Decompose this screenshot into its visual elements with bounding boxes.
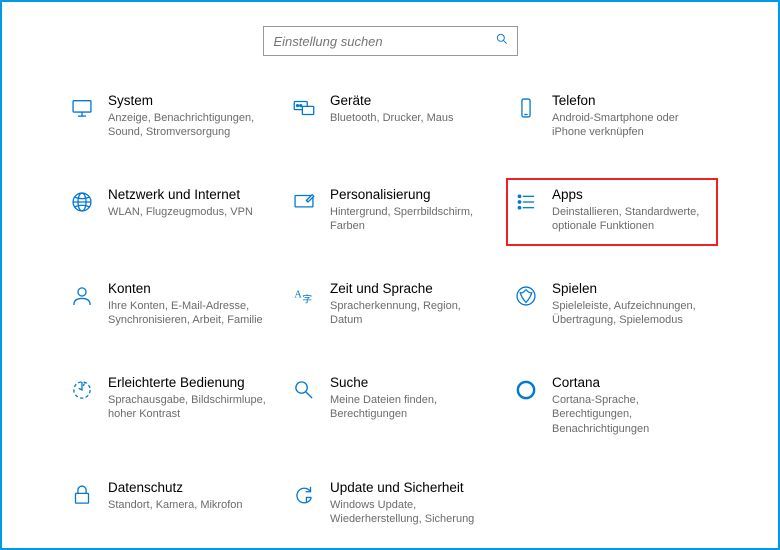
devices-icon — [290, 94, 318, 122]
tile-title: Netzwerk und Internet — [108, 186, 253, 204]
tile-update[interactable]: Update und Sicherheit Windows Update, Wi… — [284, 471, 496, 539]
system-icon — [68, 94, 96, 122]
tile-gaming[interactable]: Spielen Spieleleiste, Aufzeichnungen, Üb… — [506, 272, 718, 340]
cortana-icon — [512, 376, 540, 404]
update-icon — [290, 481, 318, 509]
privacy-icon — [68, 481, 96, 509]
tile-desc: Deinstallieren, Standardwerte, optionale… — [552, 205, 712, 235]
tile-title: Datenschutz — [108, 479, 243, 497]
tile-title: Geräte — [330, 92, 454, 110]
apps-icon — [512, 188, 540, 216]
accounts-icon — [68, 282, 96, 310]
tile-title: Konten — [108, 280, 268, 298]
svg-text:字: 字 — [302, 293, 312, 306]
gaming-icon — [512, 282, 540, 310]
tile-desc: Sprachausgabe, Bildschirmlupe, hoher Kon… — [108, 393, 268, 423]
search-box[interactable] — [263, 26, 518, 56]
tile-title: Erleichterte Bedienung — [108, 374, 268, 392]
tile-desc: Android-Smartphone oder iPhone verknüpfe… — [552, 111, 712, 141]
tile-desc: Cortana-Sprache, Berechtigungen, Benachr… — [552, 393, 712, 438]
tile-ease[interactable]: Erleichterte Bedienung Sprachausgabe, Bi… — [62, 366, 274, 445]
tile-desc: Bluetooth, Drucker, Maus — [330, 111, 454, 126]
tile-accounts[interactable]: Konten Ihre Konten, E-Mail-Adresse, Sync… — [62, 272, 274, 340]
search-container — [62, 26, 718, 56]
tile-title: Suche — [330, 374, 490, 392]
ease-of-access-icon — [68, 376, 96, 404]
tile-apps[interactable]: Apps Deinstallieren, Standardwerte, opti… — [506, 178, 718, 246]
svg-text:A: A — [294, 290, 302, 301]
tile-desc: Meine Dateien finden, Berechtigungen — [330, 393, 490, 423]
tile-title: Cortana — [552, 374, 712, 392]
tile-network[interactable]: Netzwerk und Internet WLAN, Flugzeugmodu… — [62, 178, 274, 246]
search-category-icon — [290, 376, 318, 404]
time-language-icon: A字 — [290, 282, 318, 310]
personalization-icon — [290, 188, 318, 216]
settings-grid: System Anzeige, Benachrichtigungen, Soun… — [62, 84, 718, 539]
network-icon — [68, 188, 96, 216]
phone-icon — [512, 94, 540, 122]
tile-title: System — [108, 92, 268, 110]
tile-desc: Spracherkennung, Region, Datum — [330, 299, 490, 329]
tile-privacy[interactable]: Datenschutz Standort, Kamera, Mikrofon — [62, 471, 274, 539]
tile-desc: Standort, Kamera, Mikrofon — [108, 498, 243, 513]
tile-title: Personalisierung — [330, 186, 490, 204]
tile-devices[interactable]: Geräte Bluetooth, Drucker, Maus — [284, 84, 496, 152]
tile-desc: Spieleleiste, Aufzeichnungen, Übertragun… — [552, 299, 712, 329]
tile-desc: Anzeige, Benachrichtigungen, Sound, Stro… — [108, 111, 268, 141]
tile-title: Spielen — [552, 280, 712, 298]
tile-title: Apps — [552, 186, 712, 204]
tile-time[interactable]: A字 Zeit und Sprache Spracherkennung, Reg… — [284, 272, 496, 340]
tile-desc: Hintergrund, Sperrbildschirm, Farben — [330, 205, 490, 235]
tile-title: Update und Sicherheit — [330, 479, 490, 497]
tile-title: Zeit und Sprache — [330, 280, 490, 298]
tile-phone[interactable]: Telefon Android-Smartphone oder iPhone v… — [506, 84, 718, 152]
tile-desc: WLAN, Flugzeugmodus, VPN — [108, 205, 253, 220]
search-input[interactable] — [274, 34, 495, 49]
tile-title: Telefon — [552, 92, 712, 110]
tile-cortana[interactable]: Cortana Cortana-Sprache, Berechtigungen,… — [506, 366, 718, 445]
tile-desc: Ihre Konten, E-Mail-Adresse, Synchronisi… — [108, 299, 268, 329]
tile-desc: Windows Update, Wiederherstellung, Siche… — [330, 498, 490, 528]
tile-system[interactable]: System Anzeige, Benachrichtigungen, Soun… — [62, 84, 274, 152]
search-icon — [495, 32, 509, 51]
tile-personalization[interactable]: Personalisierung Hintergrund, Sperrbilds… — [284, 178, 496, 246]
tile-search[interactable]: Suche Meine Dateien finden, Berechtigung… — [284, 366, 496, 445]
